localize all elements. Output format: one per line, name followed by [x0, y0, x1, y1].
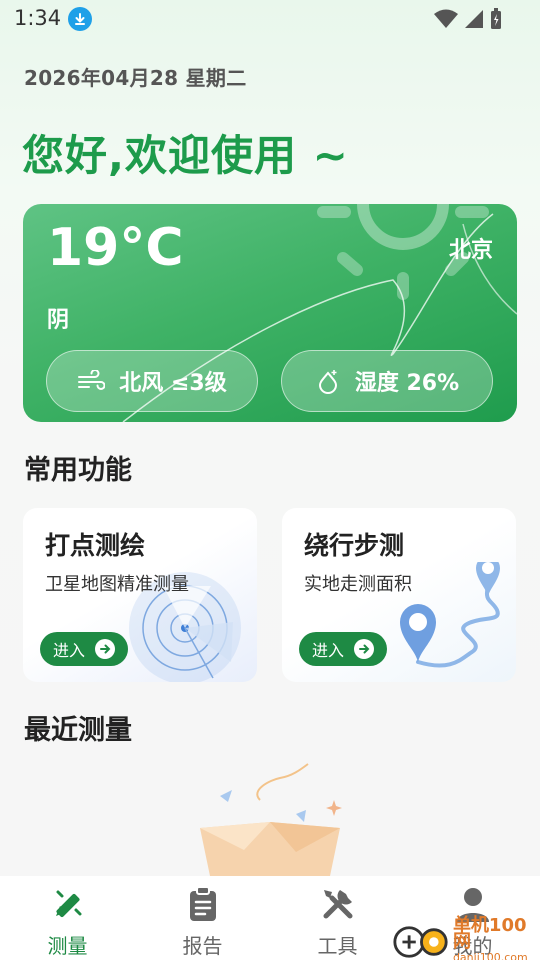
enter-button-label: 进入: [311, 641, 344, 660]
greeting-title: 您好,欢迎使用 ~: [22, 131, 349, 180]
humidity-pill: 湿度 26%: [281, 350, 493, 412]
watermark-title: 单机100网: [452, 915, 527, 952]
recent-section-title: 最近测量: [24, 715, 132, 746]
feature-subtitle: 实地走测面积: [304, 574, 412, 595]
tab-measure[interactable]: 测量: [0, 876, 135, 960]
watermark-url: danji100.com: [452, 951, 528, 960]
tab-label: 测量: [47, 934, 88, 958]
city-name[interactable]: 北京: [449, 232, 493, 264]
features-section-title: 常用功能: [24, 455, 132, 486]
feature-card-survey[interactable]: 打点测绘 卫星地图精准测量 进入: [23, 508, 257, 682]
temperature: 19°C: [47, 218, 184, 278]
water-drop-icon: [318, 370, 337, 394]
tools-icon: [318, 884, 358, 924]
status-icons: [434, 8, 502, 30]
tab-label: 工具: [317, 934, 358, 958]
weather-condition: 阴: [47, 308, 70, 333]
watermark-logo: 单机100网 danji100.com: [392, 915, 540, 960]
humidity-text: 湿度 26%: [354, 371, 460, 396]
battery-icon: [491, 8, 501, 29]
enter-button-survey[interactable]: 进入: [40, 632, 128, 666]
weather-card: 19°C 阴 北京 北风 ≤3级 湿度 26%: [23, 204, 517, 422]
arrow-right-icon: [354, 639, 374, 659]
tab-report[interactable]: 报告: [135, 876, 270, 960]
signal-icon: [465, 10, 483, 28]
feature-card-walk[interactable]: 绕行步测 实地走测面积 进入: [282, 508, 516, 682]
download-icon: [68, 7, 92, 31]
wind-icon: [78, 370, 106, 390]
status-time: 1:34: [14, 6, 62, 30]
tab-label: 报告: [182, 934, 223, 958]
enter-button-walk[interactable]: 进入: [299, 632, 387, 666]
date-text: 2026年04月28 星期二: [24, 66, 247, 90]
wind-pill: 北风 ≤3级: [46, 350, 258, 412]
status-bar: 1:34: [0, 0, 540, 38]
empty-box-icon: [200, 763, 342, 876]
watermark-icon: [393, 926, 448, 958]
arrow-right-icon: [95, 639, 115, 659]
feature-subtitle: 卫星地图精准测量: [45, 574, 189, 595]
tab-tools[interactable]: 工具: [270, 876, 405, 960]
wifi-icon: [434, 9, 458, 28]
ruler-pencil-icon: [48, 884, 88, 924]
feature-title: 打点测绘: [45, 531, 146, 560]
clipboard-icon: [183, 884, 223, 924]
wind-text: 北风 ≤3级: [119, 371, 227, 396]
enter-button-label: 进入: [52, 641, 85, 660]
feature-title: 绕行步测: [304, 531, 405, 560]
